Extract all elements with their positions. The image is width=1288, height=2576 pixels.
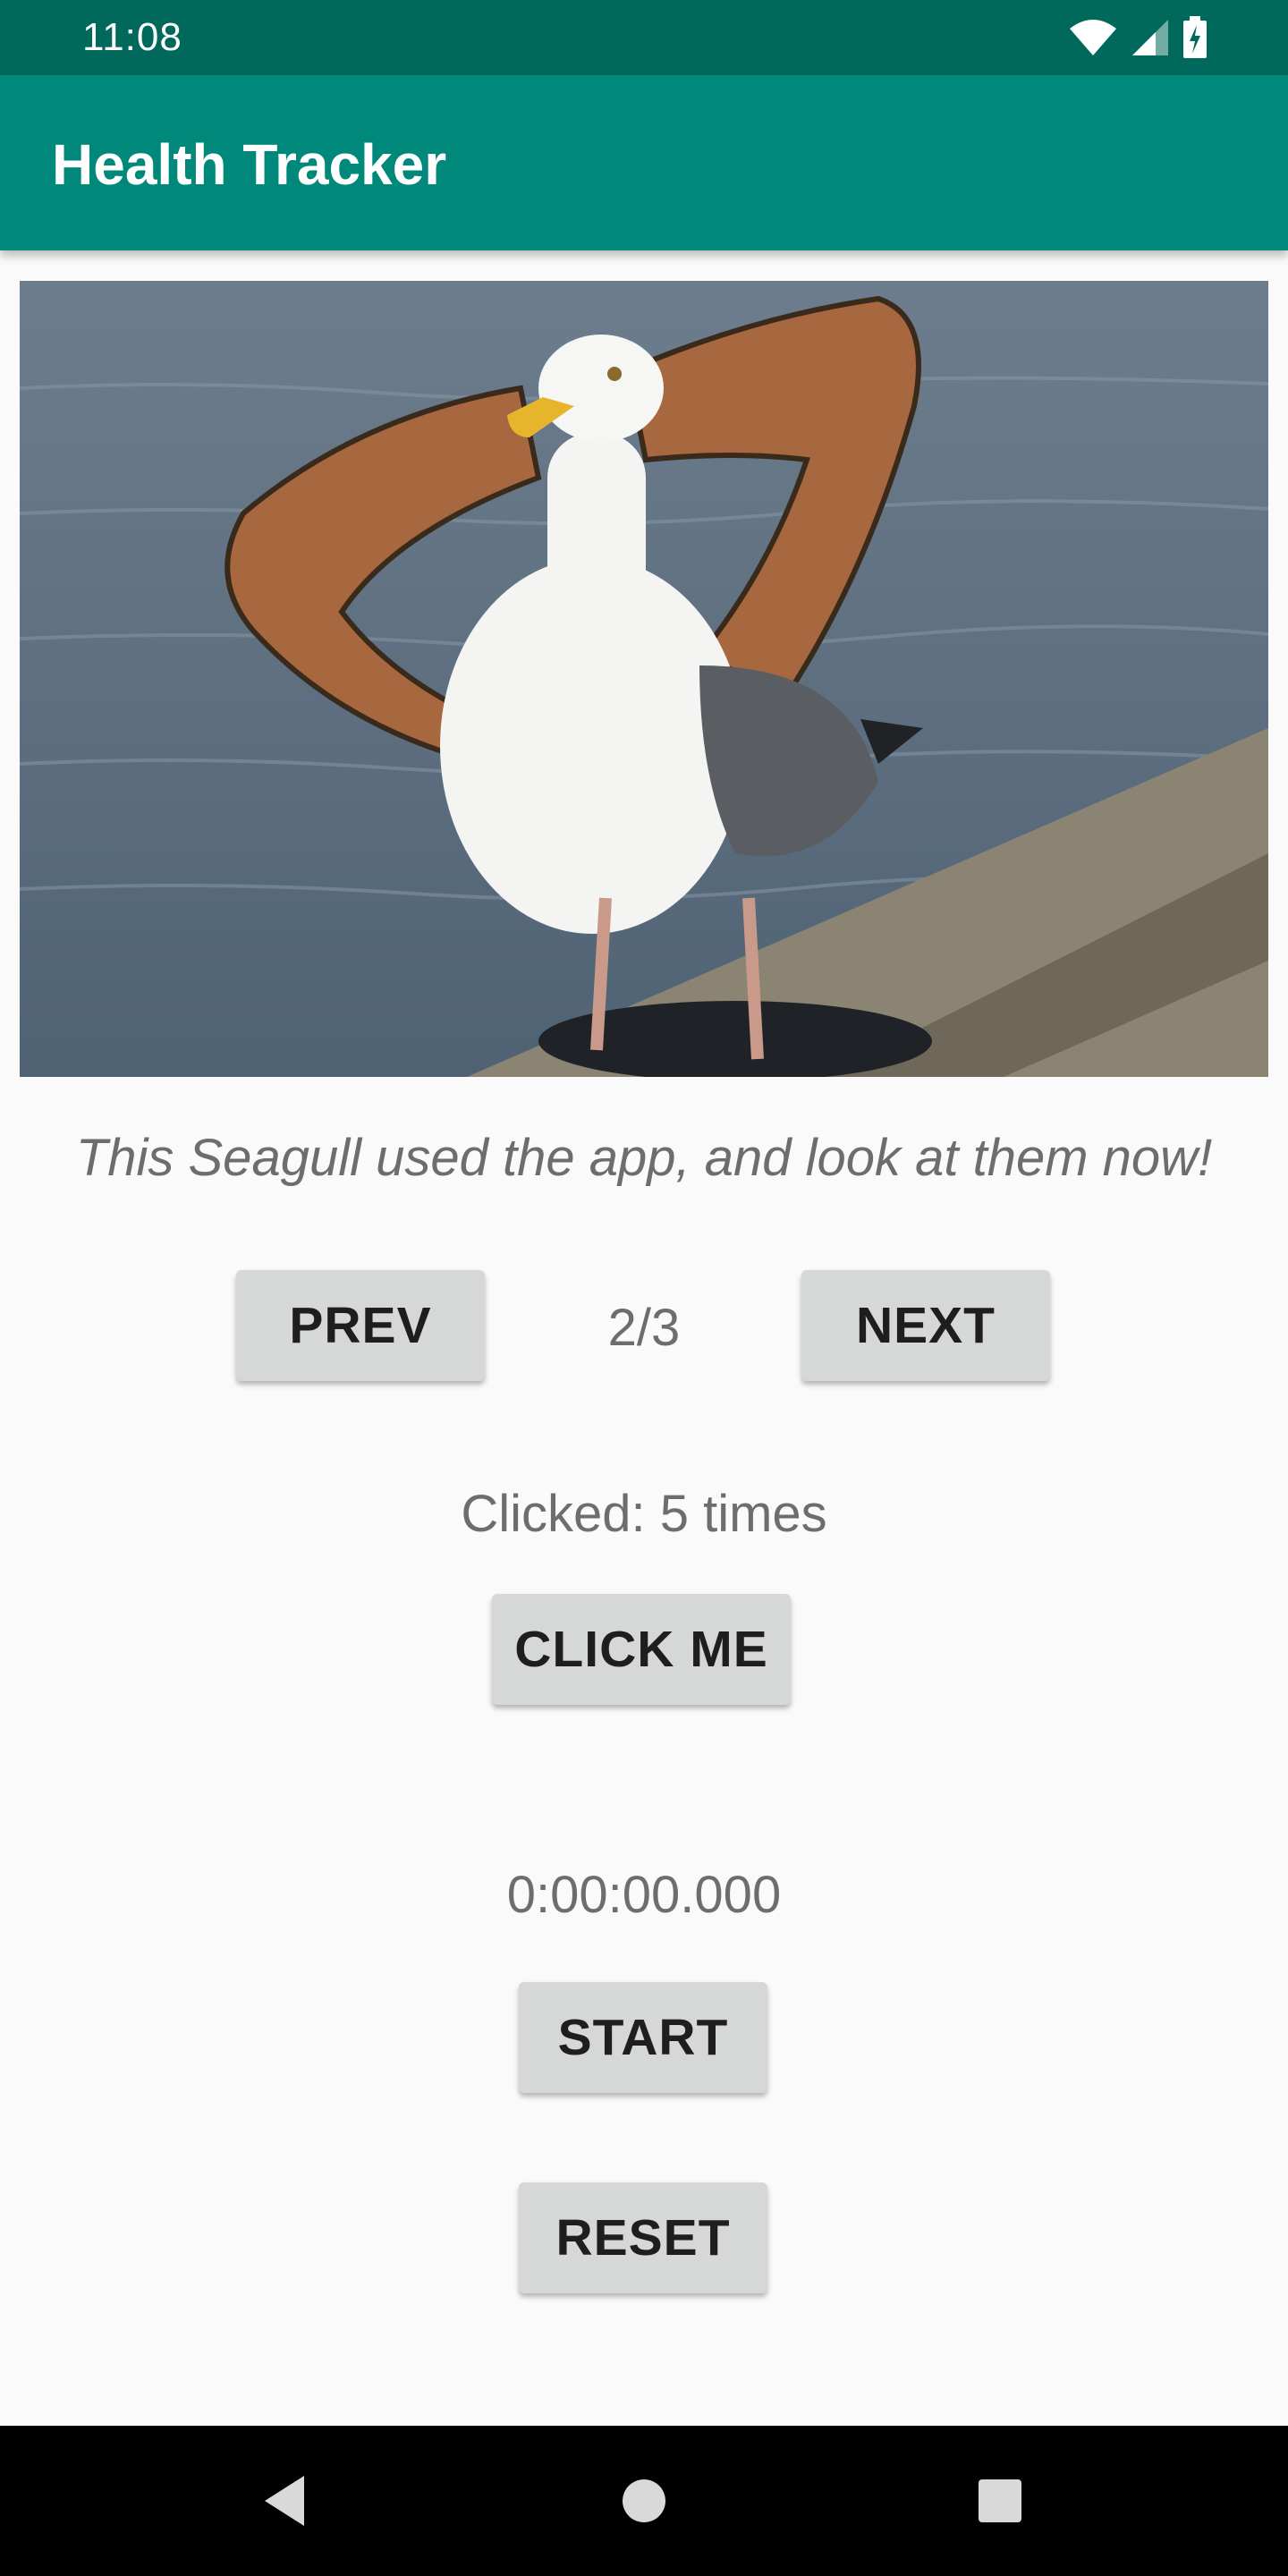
photo-caption: This Seagull used the app, and look at t…	[75, 1129, 1213, 1187]
system-nav-bar	[0, 2426, 1288, 2576]
click-count-text: Clicked: 5 times	[461, 1485, 827, 1543]
stopwatch-time: 0:00:00.000	[506, 1866, 782, 1924]
next-button[interactable]: NEXT	[801, 1270, 1050, 1381]
start-button[interactable]: START	[519, 1982, 767, 2093]
status-time: 11:08	[82, 15, 182, 59]
signal-icon	[1131, 18, 1170, 62]
app-title: Health Tracker	[52, 132, 447, 197]
recents-icon[interactable]	[975, 2472, 1025, 2534]
wifi-icon	[1068, 18, 1118, 62]
click-me-button[interactable]: CLICK ME	[492, 1594, 791, 1705]
prev-button[interactable]: PREV	[236, 1270, 485, 1381]
page-indicator: 2/3	[607, 1299, 681, 1357]
status-icons	[1068, 16, 1208, 64]
back-icon[interactable]	[259, 2472, 309, 2534]
seagull-photo	[20, 281, 1268, 1077]
reset-button[interactable]: RESET	[519, 2182, 767, 2293]
home-icon[interactable]	[619, 2472, 669, 2534]
status-bar: 11:08	[0, 0, 1288, 75]
app-bar: Health Tracker	[0, 75, 1288, 250]
battery-charging-icon	[1182, 16, 1208, 64]
